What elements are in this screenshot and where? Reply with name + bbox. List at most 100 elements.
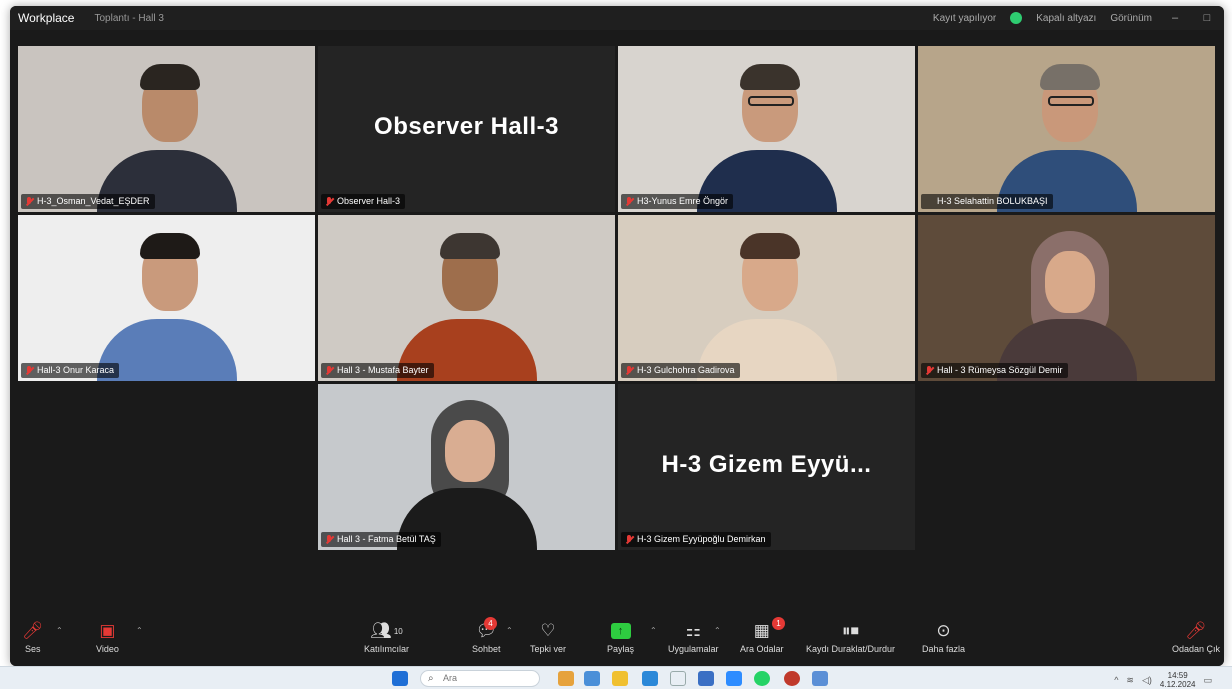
apps-label: Uygulamalar [668, 644, 719, 654]
participant-name-label: H-3 Gulchohra Gadirova [621, 363, 740, 378]
record-button[interactable]: ⏸⏹ Kaydı Duraklat/Durdur [806, 620, 895, 654]
participants-button[interactable]: 👥︎ 10 Katılımcılar [364, 620, 409, 654]
participant-video [996, 62, 1137, 212]
participant-video [96, 231, 237, 381]
participant-tile[interactable]: Hall 3 - Mustafa Bayter [318, 215, 615, 381]
face [1044, 251, 1095, 313]
camera-off-icon: ▣ [99, 621, 116, 640]
chat-label: Sohbet [472, 644, 501, 654]
meeting-toolbar: 🎤︎ Ses ⌃ ▣ Video ⌃ 👥︎ 10 Katılımcılar 💬︎ … [10, 610, 1224, 666]
widgets-icon[interactable] [558, 671, 574, 686]
captions-status[interactable]: Kapalı altyazı [1036, 13, 1096, 24]
participant-name: H-3 Selahattin BOLUKBAŞI [937, 196, 1048, 206]
more-label: Daha fazla [922, 644, 966, 654]
participant-name: Observer Hall-3 [337, 196, 401, 206]
opera-browser-icon[interactable] [784, 671, 800, 686]
chrome-browser-icon[interactable] [670, 671, 686, 686]
participant-name-label: Hall - 3 Rümeysa Sözgül Demir [921, 363, 1068, 378]
clock-date: 4.12.2024 [1159, 680, 1196, 689]
chat-options-chevron-icon[interactable]: ⌃ [506, 626, 513, 635]
participant-video [996, 231, 1137, 381]
participant-display-name: Observer Hall-3 [374, 112, 559, 140]
taskview-icon[interactable] [584, 671, 600, 686]
participant-display-name: H-3 Gizem Eyyü... [661, 450, 872, 478]
system-tray: ^ ≋ ◁) 14:59 4.12.2024 ▭ [1114, 671, 1212, 689]
share-button[interactable]: ↑ Paylaş [607, 620, 634, 654]
leave-label: Odadan Çık [1172, 644, 1221, 654]
participant-tile[interactable]: Hall 3 - Fatma Betül TAŞ [318, 384, 615, 550]
participant-name: Hall 3 - Fatma Betül TAŞ [337, 534, 436, 544]
recording-status: Kayıt yapılıyor [932, 12, 997, 24]
participant-tile[interactable]: H-3 Selahattin BOLUKBAŞI [918, 46, 1215, 212]
participant-name: H3-Yunus Emre Öngör [637, 196, 729, 206]
breakout-rooms-icon: ▦ [753, 621, 770, 640]
hair [739, 233, 800, 259]
participant-video [96, 62, 237, 212]
share-label: Paylaş [607, 644, 635, 654]
hair [439, 233, 500, 259]
meeting-app-icon[interactable] [726, 671, 742, 686]
participant-name-label: Hall-3 Onur Karaca [21, 363, 120, 378]
participant-tile[interactable]: H-3 Gulchohra Gadirova [618, 215, 915, 381]
notifications-icon[interactable]: ▭ [1203, 675, 1212, 686]
heart-icon: ♡ [540, 621, 556, 640]
taskbar-clock[interactable]: 14:59 4.12.2024 [1160, 671, 1196, 689]
share-options-chevron-icon[interactable]: ⌃ [650, 626, 657, 635]
participant-name-label: H3-Yunus Emre Öngör [621, 194, 734, 209]
participant-tile[interactable]: Observer Hall-3 Observer Hall-3 [318, 46, 615, 212]
minimize-icon[interactable]: – [1166, 12, 1184, 24]
app-name: Workplace [18, 11, 75, 25]
participant-name: Hall - 3 Rümeysa Sözgül Demir [937, 365, 1063, 375]
file-explorer-icon[interactable] [612, 671, 628, 686]
participant-name-label: H-3_Osman_Vedat_EŞDER [21, 194, 155, 209]
participant-tile[interactable]: H-3_Osman_Vedat_EŞDER [18, 46, 315, 212]
participant-tile[interactable]: H-3 Gizem Eyyü... H-3 Gizem Eyyüpoğlu Dem… [618, 384, 915, 550]
more-icon: ⊙ [936, 621, 951, 640]
view-button[interactable]: Görünüm [1110, 13, 1152, 24]
title-bar-status: Kayıt yapılıyor Kapalı altyazı Görünüm –… [933, 12, 1216, 24]
participant-name: H-3 Gulchohra Gadirova [637, 365, 735, 375]
video-button[interactable]: ▣ Video [96, 620, 119, 654]
video-gallery: H-3_Osman_Vedat_EŞDER Observer Hall-3 Obse… [10, 30, 1224, 610]
apps-button[interactable]: ⚏ Uygulamalar [668, 620, 719, 654]
participant-name-label: H-3 Selahattin BOLUKBAŞI [921, 194, 1053, 209]
apps-options-chevron-icon[interactable]: ⌃ [714, 626, 721, 635]
maximize-icon[interactable]: □ [1198, 12, 1216, 24]
audio-button[interactable]: 🎤︎ Ses [22, 620, 44, 654]
tray-chevron-icon[interactable]: ^ [1114, 675, 1118, 685]
eyeglasses [1047, 96, 1094, 106]
breakout-badge: 1 [772, 617, 785, 630]
pause-stop-record-icon: ⏸⏹ [842, 621, 860, 640]
start-menu-icon[interactable] [392, 671, 408, 686]
participant-name: Hall 3 - Mustafa Bayter [337, 365, 429, 375]
participant-tile[interactable]: Hall - 3 Rümeysa Sözgül Demir [918, 215, 1215, 381]
participant-name: H-3_Osman_Vedat_EŞDER [37, 196, 150, 206]
speaker-icon[interactable]: ◁) [1142, 675, 1152, 686]
video-options-chevron-icon[interactable]: ⌃ [136, 626, 143, 635]
microphone-muted-icon [625, 197, 633, 206]
participant-tile[interactable]: H3-Yunus Emre Öngör [618, 46, 915, 212]
participant-name-label: Observer Hall-3 [321, 194, 406, 209]
leave-button[interactable]: 🎤︎ Odadan Çık [1172, 620, 1220, 654]
microphone-muted-icon [325, 535, 333, 544]
record-label: Kaydı Duraklat/Durdur [806, 644, 896, 654]
microphone-muted-icon [325, 197, 333, 206]
reactions-button[interactable]: ♡ Tepki ver [530, 620, 566, 654]
chat-badge: 4 [484, 617, 497, 630]
audio-options-chevron-icon[interactable]: ⌃ [56, 626, 63, 635]
microphone-muted-icon [625, 366, 633, 375]
encryption-check-icon[interactable] [1010, 12, 1023, 24]
audio-label: Ses [25, 644, 41, 654]
microphone-muted-icon [625, 535, 633, 544]
participant-tile[interactable]: Hall-3 Onur Karaca [18, 215, 315, 381]
edge-browser-icon[interactable] [642, 671, 658, 686]
taskbar-search[interactable]: ⌕ Ara [420, 670, 540, 687]
more-button[interactable]: ⊙ Daha fazla [922, 620, 965, 654]
whatsapp-icon[interactable] [754, 671, 770, 686]
mail-icon[interactable] [698, 671, 714, 686]
photos-icon[interactable] [812, 671, 828, 686]
breakout-rooms-label: Ara Odalar [740, 644, 784, 654]
wifi-icon[interactable]: ≋ [1126, 675, 1134, 686]
taskbar-search-placeholder: Ara [443, 673, 458, 683]
microphone-muted-icon [925, 366, 933, 375]
